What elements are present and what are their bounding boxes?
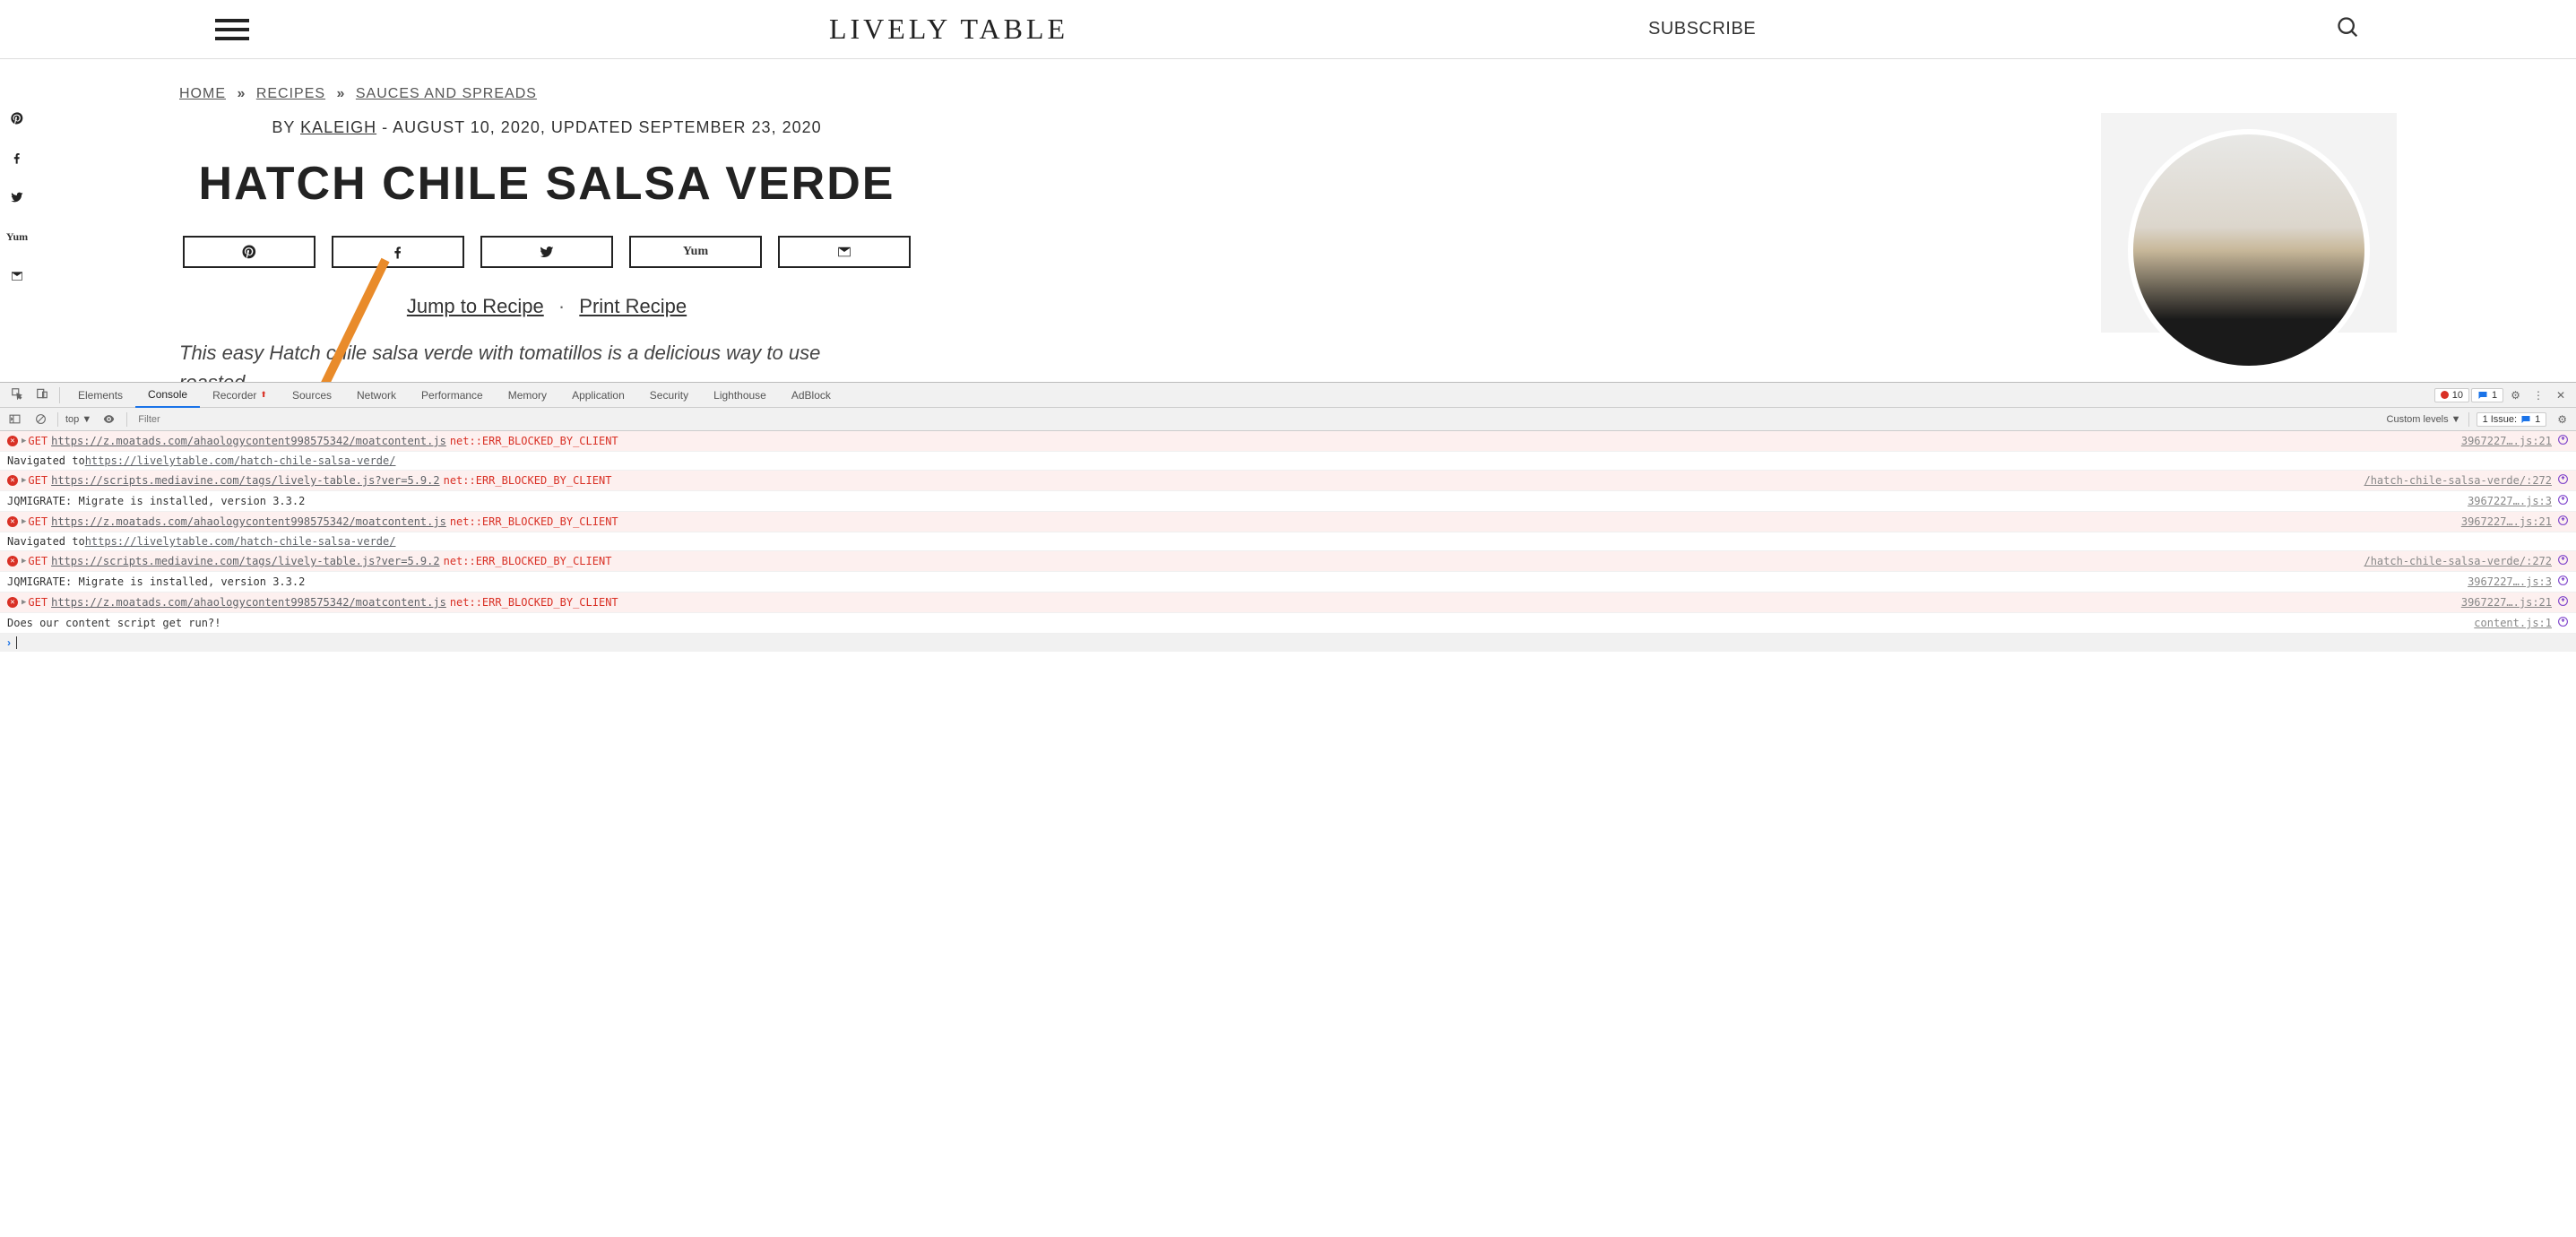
recipe-links: Jump to Recipe · Print Recipe (179, 295, 914, 318)
console-row[interactable]: Navigated to https://livelytable.com/hat… (0, 532, 2576, 551)
console-row[interactable]: ✕▶GET https://z.moatads.com/ahaologycont… (0, 512, 2576, 532)
share-yummly-button[interactable]: Yum (629, 236, 762, 268)
device-toggle-icon[interactable] (30, 387, 54, 402)
devtools-tab-security[interactable]: Security (637, 383, 701, 408)
breadcrumb-category[interactable]: SAUCES AND SPREADS (356, 86, 537, 101)
message-count-chip[interactable]: 1 (2471, 388, 2503, 402)
console-sidebar-toggle-icon[interactable] (5, 413, 24, 425)
console-toolbar: top ▼ Custom levels ▼ 1 Issue: 1 ⚙ (0, 408, 2576, 431)
console-log-area: ✕▶GET https://z.moatads.com/ahaologycont… (0, 431, 2576, 634)
console-row[interactable]: Does our content script get run?!content… (0, 613, 2576, 634)
devtools-tab-network[interactable]: Network (344, 383, 409, 408)
live-expression-icon[interactable] (99, 412, 119, 426)
prompt-chevron-icon: › (7, 636, 11, 649)
devtools-tab-lighthouse[interactable]: Lighthouse (701, 383, 779, 408)
search-icon[interactable] (2336, 15, 2361, 43)
hamburger-menu[interactable] (215, 19, 249, 40)
devtools-tab-recorder[interactable]: Recorder⬆ (200, 383, 280, 408)
console-row[interactable]: JQMIGRATE: Migrate is installed, version… (0, 491, 2576, 512)
console-row[interactable]: ✕▶GET https://scripts.mediavine.com/tags… (0, 551, 2576, 572)
clear-console-icon[interactable] (31, 413, 50, 425)
console-settings-icon[interactable]: ⚙ (2554, 413, 2571, 426)
devtools-tab-elements[interactable]: Elements (65, 383, 135, 408)
page-title: HATCH CHILE SALSA VERDE (179, 157, 914, 211)
intro-text: This easy Hatch chile salsa verde with t… (179, 338, 860, 382)
author-photo (2101, 113, 2397, 333)
devtools-tab-adblock[interactable]: AdBlock (779, 383, 843, 408)
more-icon[interactable]: ⋮ (2528, 389, 2549, 402)
content-area: HOME » RECIPES » SAUCES AND SPREADS BY K… (0, 59, 2576, 382)
issues-chip[interactable]: 1 Issue: 1 (2477, 412, 2547, 427)
site-logo[interactable]: LIVELY TABLE (829, 13, 1068, 46)
settings-icon[interactable]: ⚙ (2505, 389, 2526, 402)
devtools-tab-application[interactable]: Application (559, 383, 637, 408)
share-twitter-button[interactable] (480, 236, 613, 268)
devtools-tab-memory[interactable]: Memory (496, 383, 559, 408)
devtools-tab-sources[interactable]: Sources (280, 383, 344, 408)
console-row[interactable]: ✕▶GET https://z.moatads.com/ahaologycont… (0, 431, 2576, 452)
devtools-tabs: ElementsConsoleRecorder⬆SourcesNetworkPe… (0, 383, 2576, 408)
devtools-tab-console[interactable]: Console (135, 383, 200, 408)
share-row: Yum (179, 236, 914, 268)
share-pinterest-button[interactable] (183, 236, 316, 268)
console-row[interactable]: ✕▶GET https://z.moatads.com/ahaologycont… (0, 593, 2576, 613)
author-link[interactable]: KALEIGH (300, 118, 376, 136)
page-header: LIVELY TABLE SUBSCRIBE (0, 0, 2576, 59)
byline: BY KALEIGH - AUGUST 10, 2020, UPDATED SE… (179, 118, 914, 137)
log-levels-selector[interactable]: Custom levels ▼ (2387, 414, 2461, 425)
breadcrumb: HOME » RECIPES » SAUCES AND SPREADS (179, 86, 2397, 102)
breadcrumb-home[interactable]: HOME (179, 86, 226, 101)
print-recipe-link[interactable]: Print Recipe (579, 295, 687, 317)
console-row[interactable]: Navigated to https://livelytable.com/hat… (0, 452, 2576, 471)
breadcrumb-recipes[interactable]: RECIPES (256, 86, 325, 101)
inspect-icon[interactable] (5, 387, 29, 402)
subscribe-link[interactable]: SUBSCRIBE (1648, 19, 1756, 39)
share-email-button[interactable] (778, 236, 911, 268)
error-count-chip[interactable]: 10 (2434, 388, 2469, 402)
filter-input[interactable] (134, 412, 2379, 427)
devtools-panel: ElementsConsoleRecorder⬆SourcesNetworkPe… (0, 382, 2576, 652)
console-row[interactable]: JQMIGRATE: Migrate is installed, version… (0, 572, 2576, 593)
devtools-tab-performance[interactable]: Performance (409, 383, 496, 408)
jump-to-recipe-link[interactable]: Jump to Recipe (407, 295, 544, 317)
context-selector[interactable]: top ▼ (65, 414, 91, 425)
share-facebook-button[interactable] (332, 236, 464, 268)
console-row[interactable]: ✕▶GET https://scripts.mediavine.com/tags… (0, 471, 2576, 491)
close-icon[interactable]: ✕ (2551, 389, 2571, 402)
console-prompt[interactable]: › (0, 634, 2576, 652)
